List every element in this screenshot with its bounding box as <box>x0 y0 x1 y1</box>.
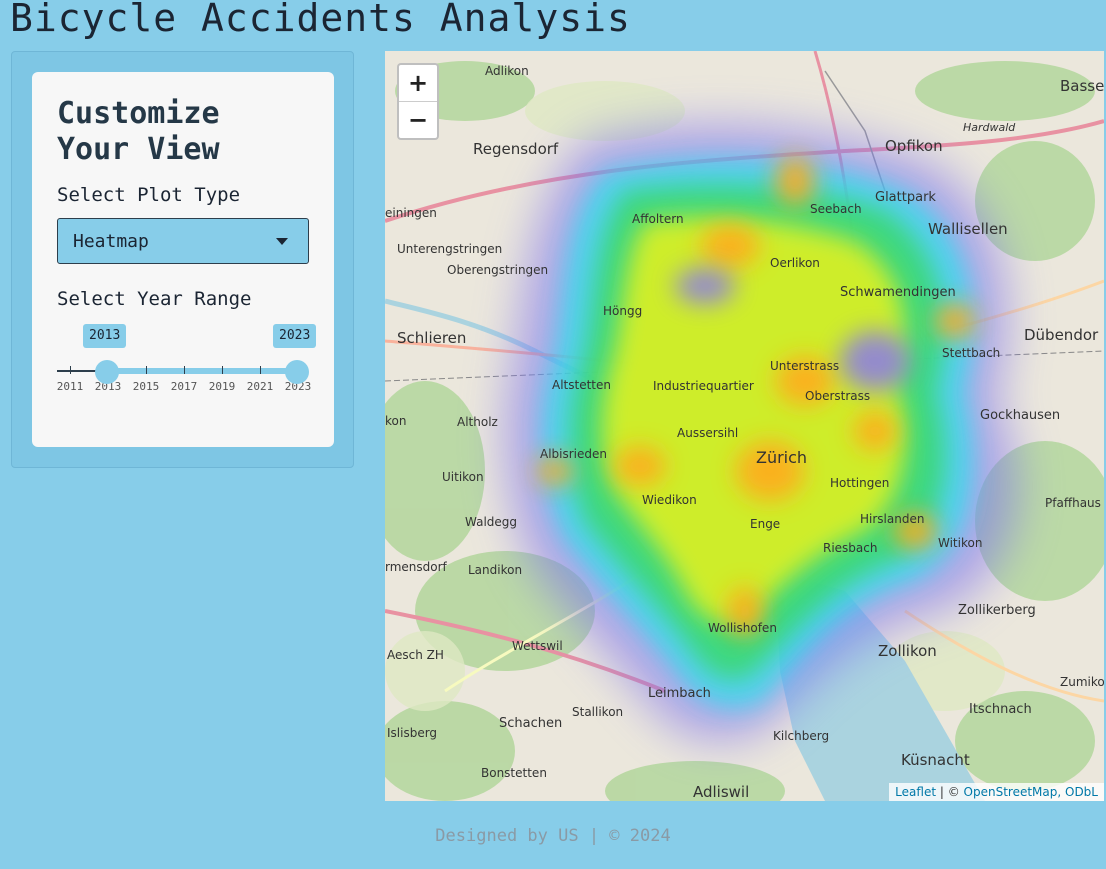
place-label: Unterengstringen <box>397 242 502 256</box>
year-range-slider[interactable]: 2013 2023 2011 2013 2015 2017 2019 2021 … <box>57 318 322 398</box>
place-label: Islisberg <box>387 726 437 740</box>
slider-tick-label: 2011 <box>56 380 84 393</box>
place-label: Oberstrass <box>805 389 870 403</box>
slider-tick-label: 2019 <box>208 380 236 393</box>
place-label: Bonstetten <box>481 766 547 780</box>
place-label: Itschnach <box>969 702 1032 717</box>
place-label: Altholz <box>457 415 498 429</box>
place-label: Zürich <box>756 448 807 467</box>
place-label: Industriequartier <box>653 379 754 393</box>
place-label: Opfikon <box>885 137 943 155</box>
slider-tick-label: 2015 <box>132 380 160 393</box>
place-label: Kilchberg <box>773 729 829 743</box>
place-label: Unterstrass <box>770 359 839 373</box>
place-label: Landikon <box>468 563 522 577</box>
place-label: Wallisellen <box>928 220 1008 238</box>
year-to-badge: 2023 <box>273 324 317 348</box>
slider-tick <box>70 366 71 374</box>
place-label: Wollishofen <box>708 621 777 635</box>
place-label: Stettbach <box>942 346 1000 360</box>
map-attribution: Leaflet | © OpenStreetMap, ODbL <box>889 783 1104 801</box>
year-from-badge: 2013 <box>83 324 127 348</box>
place-label: Gockhausen <box>980 408 1060 423</box>
place-label: Oberengstringen <box>447 263 548 277</box>
place-label: Dübendor <box>1024 326 1099 344</box>
place-label: Pfaffhaus <box>1045 496 1101 510</box>
map-view[interactable]: Adlikon Regensdorf Opfikon Basse Glattpa… <box>385 51 1104 801</box>
attribution-separator: | © <box>936 785 964 799</box>
place-label: Höngg <box>603 304 642 318</box>
place-label: Hirslanden <box>860 512 924 526</box>
place-label: Adliswil <box>693 783 749 801</box>
place-label: Wettswil <box>512 639 563 653</box>
place-label: Schwamendingen <box>840 285 956 300</box>
place-label: Zollikon <box>878 642 937 660</box>
place-label: Aesch ZH <box>387 648 444 662</box>
slider-tick-label: 2017 <box>170 380 198 393</box>
place-label: Oerlikon <box>770 256 820 270</box>
place-label: Zollikerberg <box>958 603 1036 618</box>
app-title: Bicycle Accidents Analysis <box>10 0 631 40</box>
place-label: Wiedikon <box>642 493 697 507</box>
place-label: Regensdorf <box>473 140 559 158</box>
zoom-control: + − <box>397 63 439 140</box>
place-label: kon <box>385 414 406 428</box>
slider-handle-to[interactable] <box>285 360 309 384</box>
place-label: Waldegg <box>465 515 517 529</box>
place-label: Affoltern <box>632 212 684 226</box>
place-label: einingen <box>385 206 437 220</box>
plot-type-label: Select Plot Type <box>57 184 241 206</box>
place-label: Seebach <box>810 202 862 216</box>
footer-text: Designed by US | © 2024 <box>435 826 671 846</box>
card-title: Customize Your View <box>57 96 220 167</box>
slider-tick <box>184 366 185 374</box>
place-label: Adlikon <box>485 64 529 78</box>
place-label: Albisrieden <box>540 447 607 461</box>
slider-tick <box>146 366 147 374</box>
leaflet-link[interactable]: Leaflet <box>895 785 936 799</box>
slider-tick <box>260 366 261 374</box>
place-label: Riesbach <box>823 541 877 555</box>
slider-tick-label: 2021 <box>246 380 274 393</box>
place-label: Hardwald <box>963 121 1016 134</box>
osm-link[interactable]: OpenStreetMap, ODbL <box>964 785 1098 799</box>
place-label: Witikon <box>938 536 982 550</box>
sidebar-panel: Customize Your View Select Plot Type Hea… <box>11 51 354 468</box>
place-label: rmensdorf <box>385 560 448 574</box>
map-canvas[interactable]: Adlikon Regensdorf Opfikon Basse Glattpa… <box>385 51 1104 801</box>
place-label: Zumiko <box>1060 675 1104 689</box>
zoom-in-button[interactable]: + <box>399 65 437 101</box>
caret-down-icon <box>276 237 288 245</box>
slider-handle-from[interactable] <box>95 360 119 384</box>
place-label: Enge <box>750 517 780 531</box>
place-label: Küsnacht <box>901 751 970 769</box>
place-label: Aussersihl <box>677 426 738 440</box>
place-label: Altstetten <box>552 378 611 392</box>
place-label: Basse <box>1060 77 1104 95</box>
place-label: Schlieren <box>397 329 466 347</box>
plot-type-select[interactable]: Heatmap <box>57 218 309 264</box>
place-label: Schachen <box>499 716 562 731</box>
controls-card: Customize Your View Select Plot Type Hea… <box>32 72 334 447</box>
place-label: Stallikon <box>572 705 623 719</box>
place-label: Uitikon <box>442 470 484 484</box>
place-label: Leimbach <box>648 686 711 701</box>
zoom-out-button[interactable]: − <box>399 101 437 138</box>
year-range-label: Select Year Range <box>57 288 252 310</box>
place-label: Glattpark <box>875 190 936 205</box>
plot-type-value: Heatmap <box>73 230 149 252</box>
place-label: Hottingen <box>830 476 889 490</box>
slider-tick <box>222 366 223 374</box>
